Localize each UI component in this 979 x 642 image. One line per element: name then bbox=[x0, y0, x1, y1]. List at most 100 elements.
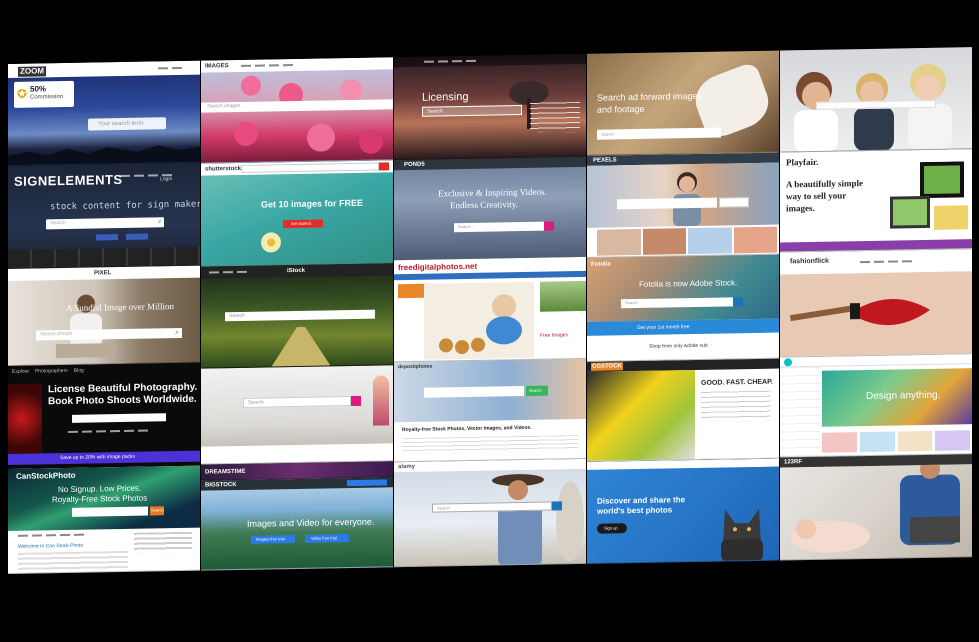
pexels-logo[interactable]: PEXELS bbox=[593, 157, 617, 163]
search-button[interactable]: Search bbox=[150, 506, 164, 516]
zoom-logo[interactable]: ZOOM bbox=[18, 66, 46, 77]
woman-at-desk-photo bbox=[56, 294, 116, 359]
search-input[interactable]: Search bbox=[225, 309, 375, 322]
search-placeholder: Search photos bbox=[40, 330, 73, 338]
sidebar-menu[interactable] bbox=[780, 366, 820, 458]
fdp-logo[interactable]: freedigitalphotos.net bbox=[398, 262, 477, 272]
search-input[interactable] bbox=[617, 197, 717, 210]
baby-and-parent-photo bbox=[790, 464, 960, 553]
flower-photo bbox=[261, 232, 281, 253]
top-nav-bar bbox=[394, 53, 586, 68]
search-button[interactable] bbox=[351, 395, 361, 407]
text-content-block bbox=[402, 435, 578, 455]
123rf-logo[interactable]: 123RF bbox=[784, 459, 802, 465]
shutterstock-logo[interactable]: shutterstock bbox=[205, 166, 241, 173]
headline-line2: and footage bbox=[597, 103, 645, 115]
search-button-label: Search bbox=[151, 507, 164, 513]
template-thumbnails[interactable] bbox=[822, 430, 970, 453]
search-button[interactable] bbox=[379, 162, 389, 171]
cherry-blossom-photo bbox=[234, 75, 383, 154]
pixel-logo[interactable]: PIXEL bbox=[94, 270, 111, 276]
alamy-logo[interactable]: alamy bbox=[398, 464, 415, 470]
nav-explore[interactable]: Explore bbox=[12, 369, 29, 375]
lips-with-brush-photo bbox=[780, 271, 972, 358]
fashionflick-logo[interactable]: fashionflick bbox=[790, 258, 829, 266]
blossom-site-screenshot: IMAGES Search images bbox=[201, 57, 393, 164]
search-input[interactable] bbox=[72, 506, 148, 517]
sign-in-button[interactable] bbox=[126, 233, 148, 240]
search-input[interactable] bbox=[72, 413, 166, 423]
get-started-button[interactable]: Get started bbox=[283, 219, 323, 229]
sidebar-links[interactable] bbox=[530, 102, 580, 133]
fashionflick-site-screenshot: fashionflick bbox=[780, 249, 972, 358]
medal-icon: ✪ bbox=[17, 86, 28, 101]
cat-photo bbox=[721, 508, 763, 562]
search-placeholder: Search images bbox=[207, 102, 241, 110]
search-placeholder: Search bbox=[50, 219, 66, 227]
search-button[interactable] bbox=[733, 297, 743, 307]
freedigitalphotos-site-screenshot: freedigitalphotos.net Free Images bbox=[394, 256, 586, 363]
images-trial-button[interactable]: Images free trial bbox=[251, 534, 295, 544]
search-icon[interactable]: ⌕ bbox=[175, 329, 179, 337]
feature-list bbox=[701, 390, 771, 422]
column-3: Licensing Search POND5 Exclusive & Inspi… bbox=[394, 53, 586, 568]
search-icon[interactable]: ⌕ bbox=[158, 218, 162, 226]
thumbnail-row bbox=[597, 226, 777, 256]
cta-label: Get started bbox=[291, 220, 311, 227]
nav-links[interactable] bbox=[860, 260, 912, 264]
search-input[interactable] bbox=[424, 385, 524, 398]
search-button[interactable] bbox=[552, 501, 562, 511]
fotolia-logo[interactable]: Fotolia bbox=[591, 261, 611, 267]
search-input[interactable]: Search bbox=[243, 396, 351, 408]
depositphotos-logo[interactable]: depositphotos bbox=[398, 364, 432, 371]
search-input[interactable]: Your search term bbox=[88, 117, 166, 131]
nav-photographers[interactable]: Photographers bbox=[35, 368, 68, 375]
nav-bar[interactable] bbox=[394, 270, 586, 281]
nav-blog[interactable]: Blog bbox=[74, 368, 84, 374]
istock-logo[interactable]: iStock bbox=[287, 268, 305, 274]
search-button[interactable]: Search bbox=[526, 385, 548, 396]
nav-links[interactable] bbox=[18, 533, 84, 537]
pexels-site-screenshot: PEXELS bbox=[587, 152, 779, 258]
pond5-logo[interactable]: POND5 bbox=[404, 162, 425, 168]
login-link[interactable]: Login bbox=[160, 176, 172, 182]
promo-banner[interactable]: Get your 1st month free bbox=[587, 318, 779, 336]
depositphotos-site-screenshot: depositphotos Search Royalty-free Stock … bbox=[394, 358, 586, 463]
headline-line1: A beautifully simple bbox=[786, 178, 864, 190]
sign-up-button[interactable] bbox=[347, 479, 387, 487]
canstock-logo[interactable]: CanStockPhoto bbox=[16, 471, 76, 481]
500px-site-screenshot: Discover and share the world's best phot… bbox=[587, 458, 779, 564]
search-input[interactable]: Search bbox=[597, 127, 721, 140]
category-links[interactable] bbox=[68, 429, 148, 433]
sign-up-button[interactable]: Sign up bbox=[597, 523, 627, 534]
search-input[interactable]: Search photos ⌕ bbox=[36, 327, 182, 341]
video-trial-label: Video free trial bbox=[311, 535, 337, 541]
signelements-logo[interactable]: SIGNELEMENTS bbox=[14, 172, 123, 189]
dreamstime-logo[interactable]: DREAMSTIME bbox=[205, 469, 245, 476]
promo-banner[interactable]: Save up to 20% with image packs bbox=[8, 450, 200, 465]
register-button[interactable] bbox=[96, 234, 118, 241]
adforward-site-screenshot: Search ad forward images and footage Sea… bbox=[587, 50, 779, 156]
bigstock-logo[interactable]: BIGSTOCK bbox=[205, 482, 237, 489]
desk-flatlay-photo bbox=[587, 370, 695, 462]
search-input[interactable]: Search bbox=[454, 221, 544, 233]
pond5-site-screenshot: POND5 Exclusive & Inspiring Videos. Endl… bbox=[394, 156, 586, 261]
search-button[interactable] bbox=[544, 221, 554, 231]
promo-text: Save up to 20% with image packs bbox=[60, 453, 136, 462]
nav-links[interactable] bbox=[158, 66, 182, 70]
column-2: IMAGES Search images shutterstock Get 10… bbox=[201, 57, 393, 571]
site-logo[interactable]: IMAGES bbox=[205, 63, 229, 69]
headline-line2: world's best photos bbox=[597, 505, 673, 516]
side-text-block bbox=[134, 531, 192, 553]
cgstock-logo[interactable]: CGSTOCK bbox=[591, 362, 623, 371]
child-photo bbox=[373, 375, 389, 426]
page-title: Licensing bbox=[422, 90, 469, 104]
free-images-link[interactable]: Free Images bbox=[540, 332, 568, 338]
search-input[interactable]: Search ⌕ bbox=[46, 217, 164, 230]
search-placeholder: Search bbox=[427, 108, 443, 115]
video-trial-button[interactable]: Video free trial bbox=[305, 534, 349, 543]
filter-dropdown[interactable] bbox=[719, 197, 749, 208]
search-placeholder: Your search term bbox=[98, 120, 144, 128]
tagline: stock content for sign makers bbox=[50, 199, 200, 213]
playfair-logo[interactable]: Playfair. bbox=[786, 157, 818, 168]
